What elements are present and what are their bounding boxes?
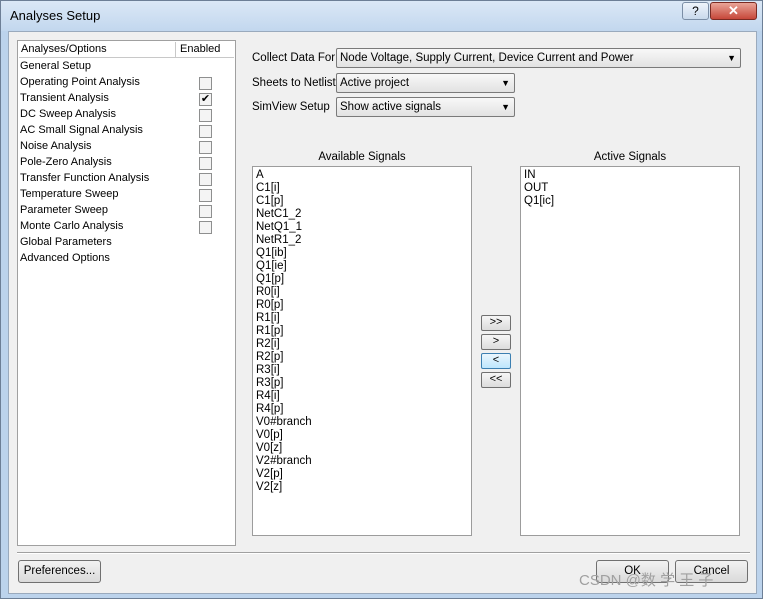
signal-item[interactable]: NetC1_2 xyxy=(256,208,301,220)
signal-item[interactable]: V0[p] xyxy=(256,429,283,441)
analysis-item-label: AC Small Signal Analysis xyxy=(20,124,143,136)
footer-divider xyxy=(17,552,750,554)
chevron-down-icon: ▼ xyxy=(727,53,736,63)
preferences-button[interactable]: Preferences... xyxy=(18,560,101,583)
chevron-down-icon: ▼ xyxy=(501,78,510,88)
analysis-item-label: Advanced Options xyxy=(20,252,110,264)
analysis-item-label: Operating Point Analysis xyxy=(20,76,140,88)
analyses-list-header: Analyses/Options Enabled xyxy=(19,42,234,58)
enabled-checkbox[interactable] xyxy=(199,125,212,138)
signal-item[interactable]: V0#branch xyxy=(256,416,312,428)
analysis-item-label: General Setup xyxy=(20,60,91,72)
analysis-item[interactable]: AC Small Signal Analysis xyxy=(20,123,232,139)
analysis-item[interactable]: Noise Analysis xyxy=(20,139,232,155)
header-enabled[interactable]: Enabled xyxy=(180,43,220,55)
signal-item[interactable]: R4[p] xyxy=(256,403,284,415)
analysis-item[interactable]: Transient Analysis ✔ xyxy=(20,91,232,107)
analysis-item[interactable]: DC Sweep Analysis xyxy=(20,107,232,123)
analysis-item-label: Noise Analysis xyxy=(20,140,92,152)
analysis-item-label: Monte Carlo Analysis xyxy=(20,220,124,232)
signal-item[interactable]: IN xyxy=(524,169,536,181)
collect-data-value: Node Voltage, Supply Current, Device Cur… xyxy=(340,52,634,64)
chevron-down-icon: ▼ xyxy=(501,102,510,112)
analysis-item-label: DC Sweep Analysis xyxy=(20,108,116,120)
signal-item[interactable]: R3[p] xyxy=(256,377,284,389)
signal-item[interactable]: R2[i] xyxy=(256,338,280,350)
signal-item[interactable]: V2[z] xyxy=(256,481,282,493)
signal-item[interactable]: Q1[p] xyxy=(256,273,284,285)
signal-item[interactable]: Q1[ic] xyxy=(524,195,554,207)
title-bar: Analyses Setup ? ✕ xyxy=(1,1,762,31)
analysis-item-label: Transient Analysis xyxy=(20,92,109,104)
watermark: CSDN @数 学 王 子 xyxy=(579,572,714,589)
remove-signal-button[interactable]: < xyxy=(481,353,511,369)
sheets-to-netlist-label: Sheets to Netlist xyxy=(252,77,336,89)
analysis-item[interactable]: Monte Carlo Analysis xyxy=(20,219,232,235)
analysis-item[interactable]: Pole-Zero Analysis xyxy=(20,155,232,171)
signal-item[interactable]: V2[p] xyxy=(256,468,283,480)
available-signals-list[interactable]: A C1[i] C1[p] NetC1_2 NetQ1_1 NetR1_2 Q1[ib] Q1… xyxy=(252,166,472,536)
signal-item[interactable]: V0[z] xyxy=(256,442,282,454)
signal-item[interactable]: Q1[ib] xyxy=(256,247,287,259)
signal-item[interactable]: R0[i] xyxy=(256,286,280,298)
signal-item[interactable]: A xyxy=(256,169,264,181)
dialog-title: Analyses Setup xyxy=(10,8,101,23)
sheets-to-netlist-dropdown[interactable]: Active project ▼ xyxy=(336,73,515,93)
analysis-item[interactable]: Temperature Sweep xyxy=(20,187,232,203)
signal-item[interactable]: R1[p] xyxy=(256,325,284,337)
remove-all-signals-button[interactable]: << xyxy=(481,372,511,388)
active-signals-caption: Active Signals xyxy=(593,151,667,163)
signal-item[interactable]: R4[i] xyxy=(256,390,280,402)
simview-setup-value: Show active signals xyxy=(340,101,441,113)
signal-item[interactable]: OUT xyxy=(524,182,548,194)
enabled-checkbox[interactable] xyxy=(199,205,212,218)
analysis-item-label: Transfer Function Analysis xyxy=(20,172,150,184)
close-button[interactable]: ✕ xyxy=(710,2,757,20)
enabled-checkbox[interactable] xyxy=(199,221,212,234)
collect-data-label: Collect Data For xyxy=(252,52,336,64)
analysis-item[interactable]: Advanced Options xyxy=(20,251,232,267)
analysis-item-label: Parameter Sweep xyxy=(20,204,109,216)
signal-item[interactable]: NetR1_2 xyxy=(256,234,301,246)
dialog-body: Analyses/Options Enabled General Setup Op… xyxy=(8,31,757,594)
enabled-checkbox[interactable] xyxy=(199,77,212,90)
enabled-checkbox[interactable] xyxy=(199,141,212,154)
analysis-item[interactable]: Parameter Sweep xyxy=(20,203,232,219)
add-all-signals-button[interactable]: >> xyxy=(481,315,511,331)
signal-item[interactable]: R2[p] xyxy=(256,351,284,363)
signal-item[interactable]: C1[i] xyxy=(256,182,280,194)
header-analyses-options[interactable]: Analyses/Options xyxy=(21,43,107,55)
signal-item[interactable]: V2#branch xyxy=(256,455,312,467)
analysis-item[interactable]: Global Parameters xyxy=(20,235,232,251)
available-signals-caption: Available Signals xyxy=(318,151,406,163)
analysis-item[interactable]: Transfer Function Analysis xyxy=(20,171,232,187)
enabled-checkbox[interactable] xyxy=(199,173,212,186)
sheets-to-netlist-value: Active project xyxy=(340,77,410,89)
enabled-checkbox[interactable] xyxy=(199,189,212,202)
enabled-checkbox[interactable] xyxy=(199,109,212,122)
analysis-item-label: Pole-Zero Analysis xyxy=(20,156,112,168)
enabled-checkbox[interactable] xyxy=(199,157,212,170)
analysis-item[interactable]: General Setup xyxy=(20,59,232,75)
signal-item[interactable]: R1[i] xyxy=(256,312,280,324)
analysis-item-label: Global Parameters xyxy=(20,236,112,248)
simview-setup-label: SimView Setup xyxy=(252,101,330,113)
analysis-item-label: Temperature Sweep xyxy=(20,188,119,200)
enabled-checkbox[interactable]: ✔ xyxy=(199,93,212,106)
analyses-setup-dialog: Analyses Setup ? ✕ Analyses/Options Enab… xyxy=(0,0,763,599)
help-button[interactable]: ? xyxy=(682,2,709,20)
signal-item[interactable]: C1[p] xyxy=(256,195,284,207)
collect-data-dropdown[interactable]: Node Voltage, Supply Current, Device Cur… xyxy=(336,48,741,68)
signal-item[interactable]: NetQ1_1 xyxy=(256,221,302,233)
header-divider[interactable] xyxy=(175,42,176,58)
analyses-options-list: Analyses/Options Enabled General Setup Op… xyxy=(17,40,236,546)
signal-item[interactable]: R3[i] xyxy=(256,364,280,376)
simview-setup-dropdown[interactable]: Show active signals ▼ xyxy=(336,97,515,117)
signal-item[interactable]: R0[p] xyxy=(256,299,284,311)
analysis-item[interactable]: Operating Point Analysis xyxy=(20,75,232,91)
add-signal-button[interactable]: > xyxy=(481,334,511,350)
active-signals-list[interactable]: IN OUT Q1[ic] xyxy=(520,166,740,536)
signal-item[interactable]: Q1[ie] xyxy=(256,260,287,272)
